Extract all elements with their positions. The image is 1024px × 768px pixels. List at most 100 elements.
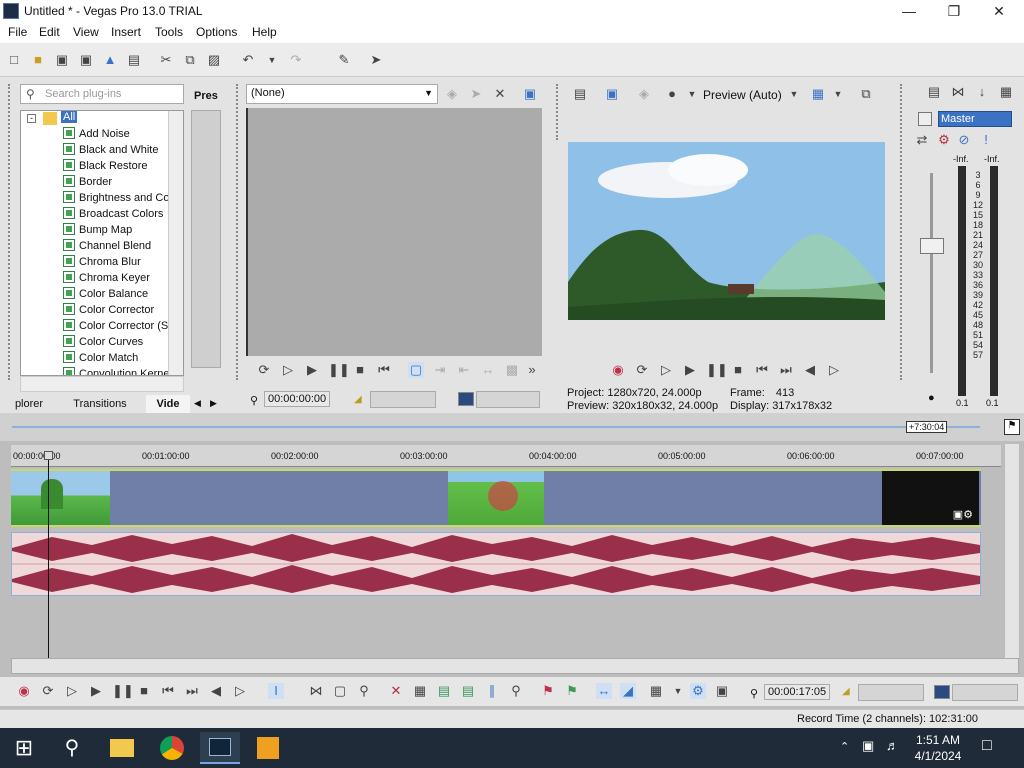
- stop-icon[interactable]: ■: [730, 362, 746, 378]
- search-icon[interactable]: ⚲: [52, 732, 92, 764]
- external-monitor-icon[interactable]: ▣: [604, 86, 620, 102]
- list-item[interactable]: Color Curves: [63, 335, 143, 351]
- lock-icon[interactable]: ●: [928, 392, 935, 404]
- insert-region-icon[interactable]: ⚑: [564, 683, 580, 699]
- video-clip[interactable]: [11, 471, 110, 525]
- crop-icon[interactable]: ▣⚙: [953, 508, 973, 521]
- timeline-horizontal-scrollbar[interactable]: [11, 658, 1019, 674]
- panel-grip[interactable]: [236, 84, 240, 380]
- trimmer-monitor-icon[interactable]: ▣: [522, 86, 538, 102]
- tab-scroll-right-icon[interactable]: ▶: [210, 398, 217, 409]
- mixer-view-icon[interactable]: ▦: [998, 84, 1014, 100]
- undo-dropdown-icon[interactable]: ▼: [264, 52, 280, 68]
- envelope-tool-icon[interactable]: ⋈: [308, 683, 324, 699]
- loop-icon[interactable]: ⟳: [634, 362, 650, 378]
- go-to-end-icon[interactable]: ⏭: [778, 362, 794, 378]
- thumbnail-icon[interactable]: [934, 685, 950, 699]
- trimmer-tool-icon[interactable]: ⇤: [456, 362, 472, 378]
- go-to-start-icon[interactable]: ⏮: [754, 362, 770, 378]
- notification-icon[interactable]: □: [982, 737, 992, 755]
- ripple-edit-icon[interactable]: ▦: [648, 683, 664, 699]
- properties-icon[interactable]: ▤: [126, 52, 142, 68]
- lock-envelopes-icon[interactable]: ⚙: [690, 683, 706, 699]
- paste-icon[interactable]: ▨: [206, 52, 222, 68]
- pause-icon[interactable]: ❚❚: [328, 362, 350, 378]
- auto-crossfade-icon[interactable]: ◢: [620, 683, 636, 699]
- trimmer-tool-icon[interactable]: ➤: [468, 86, 484, 102]
- list-item[interactable]: Brightness and Co: [63, 191, 170, 207]
- list-item[interactable]: Broadcast Colors: [63, 207, 163, 223]
- insert-marker-icon[interactable]: ⚑: [540, 683, 556, 699]
- next-frame-icon[interactable]: ▷: [826, 362, 842, 378]
- tab-scroll-left-icon[interactable]: ◀: [194, 398, 201, 409]
- video-clip[interactable]: ▣⚙: [882, 471, 979, 525]
- network-icon[interactable]: ▣: [862, 738, 874, 754]
- loop-icon[interactable]: ⟳: [256, 362, 272, 378]
- list-item[interactable]: Color Balance: [63, 287, 148, 303]
- list-item[interactable]: Color Corrector: [63, 303, 154, 319]
- ignore-grouping-icon[interactable]: ▣: [714, 683, 730, 699]
- trimmer-tool-icon[interactable]: ↔: [480, 362, 496, 378]
- chevron-up-icon[interactable]: ⌃: [840, 740, 849, 753]
- playhead[interactable]: [48, 453, 49, 658]
- save-icon[interactable]: ▣: [54, 52, 70, 68]
- thumbnail-icon[interactable]: [458, 392, 474, 406]
- trim-start-icon[interactable]: ▤: [436, 683, 452, 699]
- trimmer-time[interactable]: 00:00:00:00: [264, 391, 330, 407]
- cursor-position[interactable]: 00:00:17:05: [764, 684, 830, 700]
- trimmer-out-field[interactable]: [476, 391, 540, 408]
- zoom-tool-icon[interactable]: ⚲: [356, 683, 372, 699]
- volume-icon[interactable]: ♬: [886, 738, 899, 753]
- chevron-down-icon[interactable]: ▼: [830, 86, 846, 102]
- render-icon[interactable]: ▲: [102, 52, 118, 68]
- explorer-icon[interactable]: ✎: [336, 52, 352, 68]
- video-fx-icon[interactable]: ●: [664, 86, 680, 102]
- collapse-icon[interactable]: -: [27, 114, 36, 123]
- play-icon[interactable]: ▶: [304, 362, 320, 378]
- list-item[interactable]: Black Restore: [63, 159, 147, 175]
- tab-transitions[interactable]: Transitions: [60, 395, 140, 413]
- play-icon[interactable]: ▶: [682, 362, 698, 378]
- trimmer-tool-icon[interactable]: ◈: [444, 86, 460, 102]
- previous-frame-icon[interactable]: ◀: [802, 362, 818, 378]
- menu-edit[interactable]: Edit: [39, 25, 60, 39]
- normal-edit-tool-icon[interactable]: I: [268, 683, 284, 699]
- close-button[interactable]: ✕: [976, 0, 1022, 23]
- list-item[interactable]: Bump Map: [63, 223, 132, 239]
- trimmer-media-dropdown[interactable]: (None) ▼: [246, 84, 438, 104]
- chevron-down-icon[interactable]: ▼: [684, 86, 700, 102]
- maximize-button[interactable]: ❐: [931, 0, 977, 23]
- list-item[interactable]: Add Noise: [63, 127, 130, 143]
- plugin-search-input[interactable]: ⚲ Search plug-ins: [20, 84, 184, 104]
- list-item[interactable]: Chroma Keyer: [63, 271, 150, 287]
- plugin-tree[interactable]: - All Add Noise Black and White Black Re…: [20, 110, 184, 376]
- delete-icon[interactable]: ✕: [388, 683, 404, 699]
- redo-icon[interactable]: ↷: [288, 52, 304, 68]
- save-as-icon[interactable]: ▣: [78, 52, 94, 68]
- trimmer-tool-icon[interactable]: ⇥: [432, 362, 448, 378]
- play-from-start-icon[interactable]: ▷: [280, 362, 296, 378]
- undo-icon[interactable]: ↶: [240, 52, 256, 68]
- play-icon[interactable]: ▶: [88, 683, 104, 699]
- panel-grip[interactable]: [556, 84, 560, 140]
- master-fader[interactable]: [920, 238, 944, 254]
- menu-help[interactable]: Help: [252, 25, 277, 39]
- chrome-icon[interactable]: [152, 732, 192, 764]
- video-track[interactable]: ▣⚙: [11, 469, 981, 527]
- copy-icon[interactable]: ⧉: [182, 52, 198, 68]
- trimmer-viewport[interactable]: [247, 108, 542, 356]
- timeline-vertical-scrollbar[interactable]: [1004, 443, 1020, 673]
- selection-length-field[interactable]: [952, 684, 1018, 701]
- menu-view[interactable]: View: [73, 25, 99, 39]
- go-to-start-icon[interactable]: ⏮: [376, 362, 392, 378]
- master-fx-icon[interactable]: ⚙: [936, 132, 952, 148]
- mute-icon[interactable]: ⊘: [956, 132, 972, 148]
- lock-icon[interactable]: ⚲: [508, 683, 524, 699]
- tree-horizontal-scrollbar[interactable]: [20, 376, 184, 392]
- trimmer-in-field[interactable]: [370, 391, 436, 408]
- split-icon[interactable]: ∥: [484, 683, 500, 699]
- trim-end-icon[interactable]: ▤: [460, 683, 476, 699]
- play-from-start-icon[interactable]: ▷: [658, 362, 674, 378]
- tab-explorer[interactable]: plorer: [4, 395, 54, 413]
- selection-tool-icon[interactable]: ▢: [332, 683, 348, 699]
